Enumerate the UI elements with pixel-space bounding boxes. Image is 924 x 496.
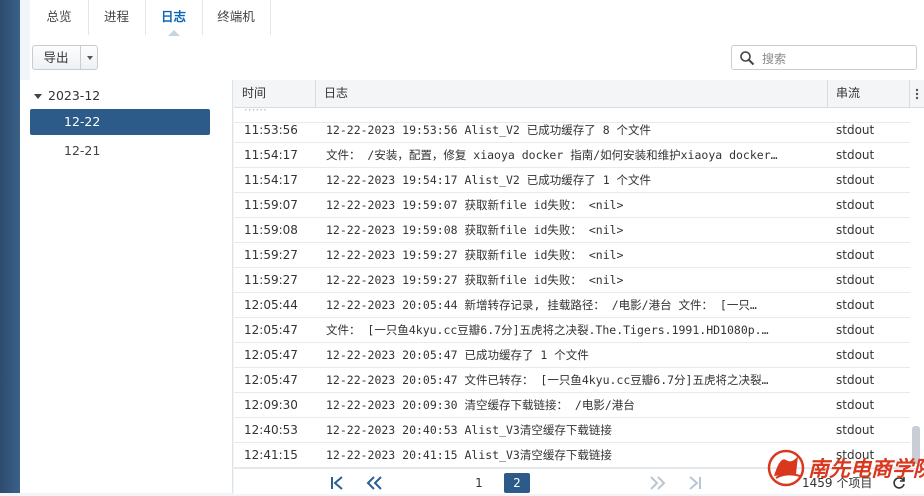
row-time: 11:54:17 bbox=[244, 148, 298, 162]
column-menu-icon[interactable] bbox=[910, 80, 924, 107]
app-left-strip bbox=[0, 0, 20, 493]
row-time: 11:59:27 bbox=[244, 273, 298, 287]
row-time: 12:40:53 bbox=[244, 423, 298, 437]
log-grid: 时间 日志 串流 ······ 11:53:56 12-22-2023 19:53… bbox=[234, 80, 924, 494]
row-stream: stdout bbox=[836, 123, 875, 137]
row-time: 11:59:27 bbox=[244, 248, 298, 262]
row-stream: stdout bbox=[836, 248, 875, 262]
search-icon bbox=[739, 50, 755, 69]
table-row[interactable]: 11:54:17 文件： /安装，配置，修复 xiaoya docker 指南/如… bbox=[234, 143, 910, 168]
page-1-button[interactable]: 1 bbox=[466, 473, 492, 493]
table-row[interactable]: 12:05:47 12-22-2023 20:05:47 已成功缓存了 1 个文件… bbox=[234, 343, 910, 368]
export-button[interactable]: 导出 bbox=[32, 45, 98, 70]
table-row[interactable]: 11:53:56 12-22-2023 19:53:56 Alist_V2 已成功… bbox=[234, 118, 910, 143]
table-row[interactable]: 12:05:47 文件： [一只鱼4kyu.cc豆瓣6.7分]五虎将之决裂.The… bbox=[234, 318, 910, 343]
row-stream: stdout bbox=[836, 373, 875, 387]
table-row[interactable]: 12:09:30 12-22-2023 20:09:30 清空缓存下载链接： /电… bbox=[234, 393, 910, 418]
table-row[interactable]: 11:59:08 12-22-2023 19:59:08 获取新file id失败… bbox=[234, 218, 910, 243]
tree-group-2023-12[interactable]: 2023-12 bbox=[34, 88, 100, 103]
watermark-text: 南先电商学院 bbox=[808, 456, 924, 481]
column-header-stream[interactable]: 串流 bbox=[828, 80, 910, 107]
last-page-icon[interactable] bbox=[684, 473, 706, 493]
row-log: 12-22-2023 20:41:15 Alist_V3清空缓存下载链接 bbox=[326, 448, 612, 462]
first-page-icon[interactable] bbox=[326, 473, 348, 493]
tree-group-label: 2023-12 bbox=[48, 88, 101, 103]
row-log: 12-22-2023 20:05:47 已成功缓存了 1 个文件 bbox=[326, 348, 589, 362]
row-time: 12:05:47 bbox=[244, 323, 298, 337]
column-header-time[interactable]: 时间 bbox=[234, 80, 316, 107]
search-box[interactable] bbox=[731, 45, 917, 70]
row-stream: stdout bbox=[836, 423, 875, 437]
export-label: 导出 bbox=[43, 50, 69, 65]
date-tree-sidebar: 2023-12 12-22 12-21 bbox=[20, 80, 233, 493]
tab-overview[interactable]: 总览 bbox=[30, 0, 89, 35]
caret-down-icon bbox=[34, 94, 42, 99]
table-row[interactable]: 12:40:53 12-22-2023 20:40:53 Alist_V3清空缓存… bbox=[234, 418, 910, 443]
row-log: 文件： [一只鱼4kyu.cc豆瓣6.7分]五虎将之决裂.The.Tigers.… bbox=[326, 323, 769, 337]
row-log: 12-22-2023 19:54:17 Alist_V2 已成功缓存了 1 个文… bbox=[326, 173, 652, 187]
row-stream: stdout bbox=[836, 348, 875, 362]
row-log: 文件： /安装，配置，修复 xiaoya docker 指南/如何安装和维护xi… bbox=[326, 148, 778, 162]
row-log: 12-22-2023 19:59:27 获取新file id失败： <nil> bbox=[326, 248, 624, 262]
row-time: 12:05:44 bbox=[244, 298, 298, 312]
row-stream: stdout bbox=[836, 223, 875, 237]
row-log: 12-22-2023 20:40:53 Alist_V3清空缓存下载链接 bbox=[326, 423, 612, 437]
toolbar: 导出 bbox=[30, 36, 924, 80]
grid-header: 时间 日志 串流 bbox=[234, 80, 924, 108]
row-log: 12-22-2023 20:05:47 文件已转存： [一只鱼4kyu.cc豆瓣… bbox=[326, 373, 769, 387]
row-time: 11:59:07 bbox=[244, 198, 298, 212]
table-row[interactable]: 11:54:17 12-22-2023 19:54:17 Alist_V2 已成功… bbox=[234, 168, 910, 193]
row-stream: stdout bbox=[836, 323, 875, 337]
row-time: 12:05:47 bbox=[244, 348, 298, 362]
row-time: 12:05:47 bbox=[244, 373, 298, 387]
row-log: 12-22-2023 19:53:56 Alist_V2 已成功缓存了 8 个文… bbox=[326, 123, 652, 137]
prev-page-icon[interactable] bbox=[362, 473, 386, 493]
row-stream: stdout bbox=[836, 273, 875, 287]
tab-terminal[interactable]: 终端机 bbox=[202, 0, 271, 35]
watermark-logo: 南先电商学院 bbox=[766, 446, 924, 490]
table-row[interactable]: 12:05:44 12-22-2023 20:05:44 新增转存记录, 挂载路径… bbox=[234, 293, 910, 318]
tree-item-12-21[interactable]: 12-21 bbox=[30, 138, 210, 164]
row-stream: stdout bbox=[836, 173, 875, 187]
page-2-button[interactable]: 2 bbox=[504, 473, 530, 493]
tab-bar: 总览 进程 日志 终端机 bbox=[30, 0, 924, 37]
row-stream: stdout bbox=[836, 398, 875, 412]
row-log: 12-22-2023 20:05:44 新增转存记录, 挂载路径： /电影/港台… bbox=[326, 298, 757, 312]
row-log: 12-22-2023 19:59:07 获取新file id失败： <nil> bbox=[326, 198, 624, 212]
row-stream: stdout bbox=[836, 148, 875, 162]
row-time: 11:59:08 bbox=[244, 223, 298, 237]
table-row[interactable]: 12:05:47 12-22-2023 20:05:47 文件已转存： [一只鱼4… bbox=[234, 368, 910, 393]
export-dropdown-chevron-icon[interactable] bbox=[80, 46, 99, 69]
tree-item-12-22[interactable]: 12-22 bbox=[30, 109, 210, 135]
row-time: 11:53:56 bbox=[244, 123, 298, 137]
row-time: 11:54:17 bbox=[244, 173, 298, 187]
tab-logs[interactable]: 日志 bbox=[145, 0, 203, 36]
table-row[interactable]: 11:59:27 12-22-2023 19:59:27 获取新file id失败… bbox=[234, 268, 910, 293]
next-page-icon[interactable] bbox=[646, 473, 670, 493]
row-log: 12-22-2023 19:59:08 获取新file id失败： <nil> bbox=[326, 223, 624, 237]
row-log: 12-22-2023 20:09:30 清空缓存下载链接： /电影/港台 bbox=[326, 398, 635, 412]
grid-rows: ······ 11:53:56 12-22-2023 19:53:56 Alist… bbox=[234, 108, 910, 468]
table-row[interactable]: 11:59:27 12-22-2023 19:59:27 获取新file id失败… bbox=[234, 243, 910, 268]
grid-scrollbar[interactable] bbox=[912, 108, 922, 468]
row-stream: stdout bbox=[836, 298, 875, 312]
row-time: 12:41:15 bbox=[244, 448, 298, 462]
tab-processes[interactable]: 进程 bbox=[88, 0, 146, 35]
search-input[interactable] bbox=[760, 48, 914, 69]
table-row[interactable]: 11:59:07 12-22-2023 19:59:07 获取新file id失败… bbox=[234, 193, 910, 218]
column-header-log[interactable]: 日志 bbox=[316, 80, 828, 107]
row-log: 12-22-2023 19:59:27 获取新file id失败： <nil> bbox=[326, 273, 624, 287]
row-stream: stdout bbox=[836, 198, 875, 212]
row-time: 12:09:30 bbox=[244, 398, 298, 412]
